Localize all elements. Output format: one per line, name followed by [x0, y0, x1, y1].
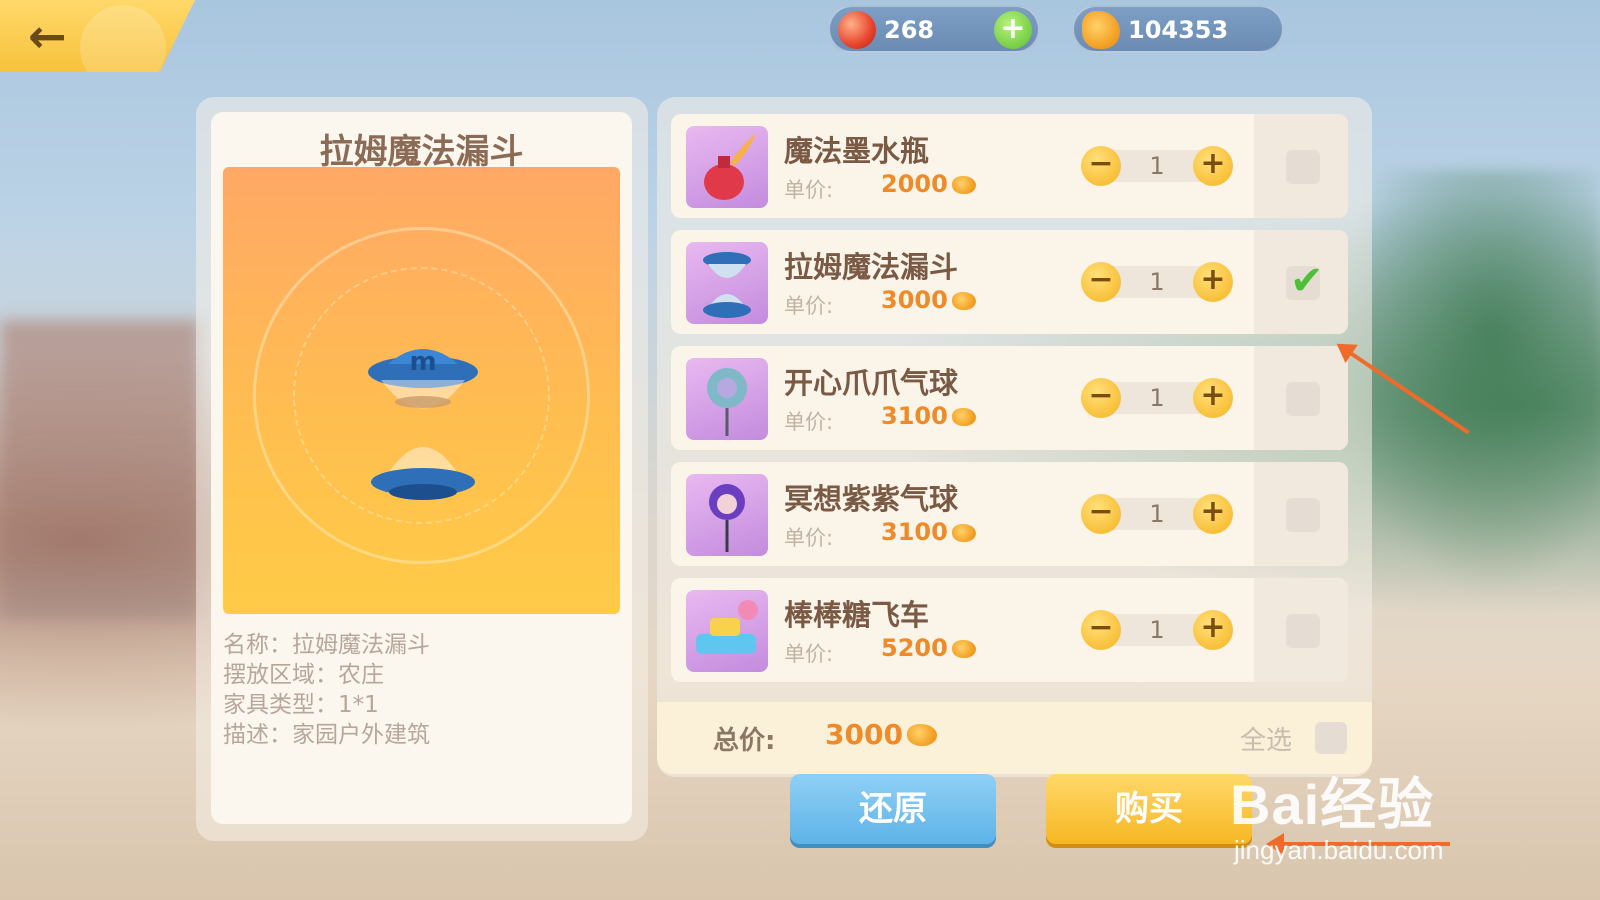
watermark-url: jingyan.baidu.com: [1234, 835, 1444, 865]
watermark: Bai经验 jingyan.baidu.com: [1230, 760, 1444, 866]
decrease-button[interactable]: −: [1081, 378, 1121, 418]
item-checkbox[interactable]: [1286, 498, 1320, 532]
purple-balloon-icon: [686, 474, 768, 556]
item-checkbox[interactable]: [1286, 382, 1320, 416]
increase-button[interactable]: +: [1193, 146, 1233, 186]
price-label: 单价:: [784, 642, 834, 666]
detail-info: 名称：拉姆魔法漏斗 摆放区域：农庄 家具类型：1*1 描述：家园户外建筑: [223, 630, 430, 750]
quantity-stepper: − 1 +: [1081, 378, 1233, 418]
item-name: 开心爪爪气球: [784, 366, 959, 400]
increase-button[interactable]: +: [1193, 610, 1233, 650]
coin-balance: 104353: [1072, 5, 1284, 53]
quantity-stepper: − 1 +: [1081, 146, 1233, 186]
detail-type: 家具类型：1*1: [223, 692, 379, 718]
quantity-value: 1: [1149, 500, 1165, 528]
list-item[interactable]: 魔法墨水瓶 单价: 2000 − 1 +: [671, 114, 1348, 218]
lollipop-car-icon: [686, 590, 768, 672]
list-item[interactable]: 拉姆魔法漏斗 单价: 3000 − 1 +: [671, 230, 1348, 334]
item-name: 魔法墨水瓶: [784, 134, 930, 168]
add-gems-button[interactable]: +: [994, 11, 1032, 49]
item-price: 3100: [881, 518, 976, 546]
watermark-logo: Bai经验: [1230, 773, 1435, 836]
detail-name: 名称：拉姆魔法漏斗: [223, 632, 430, 658]
price-label: 单价:: [784, 294, 834, 318]
detail-title: 拉姆魔法漏斗: [319, 132, 524, 172]
item-name: 棒棒糖飞车: [784, 598, 930, 632]
item-price: 3100: [881, 402, 976, 430]
price-label: 单价:: [784, 410, 834, 434]
decrease-button[interactable]: −: [1081, 146, 1121, 186]
price-label: 单价:: [784, 178, 834, 202]
restore-button[interactable]: 还原: [790, 774, 996, 844]
paw-balloon-icon: [686, 358, 768, 440]
mascot-face-icon: [80, 5, 166, 72]
item-price: 5200: [881, 634, 976, 662]
coin-icon: [951, 408, 976, 426]
quantity-value: 1: [1149, 384, 1165, 412]
increase-button[interactable]: +: [1193, 378, 1233, 418]
buy-button[interactable]: 购买: [1046, 774, 1252, 844]
magic-funnel-icon: [686, 242, 768, 324]
item-name: 冥想紫紫气球: [784, 482, 959, 516]
increase-button[interactable]: +: [1193, 262, 1233, 302]
coin-icon: [951, 176, 976, 194]
increase-button[interactable]: +: [1193, 494, 1233, 534]
list-item[interactable]: 冥想紫紫气球 单价: 3100 − 1 +: [671, 462, 1348, 566]
quantity-value: 1: [1149, 268, 1165, 296]
select-all-checkbox[interactable]: [1315, 722, 1347, 754]
quantity-value: 1: [1149, 152, 1165, 180]
decrease-button[interactable]: −: [1081, 610, 1121, 650]
detail-card: 拉姆魔法漏斗 m 名称：拉姆魔法漏斗 摆放区域：农庄 家具类型：1*1 描述：家…: [211, 112, 632, 824]
magic-funnel-icon: m: [368, 347, 478, 500]
detail-desc: 描述：家园户外建筑: [223, 722, 430, 748]
item-checkbox[interactable]: [1286, 614, 1320, 648]
gem-icon: [838, 11, 876, 49]
list-item[interactable]: 棒棒糖飞车 单价: 5200 − 1 +: [671, 578, 1348, 682]
svg-text:m: m: [409, 347, 436, 377]
coin-icon: [1082, 11, 1120, 49]
coin-amount: 104353: [1128, 16, 1229, 44]
background-house: [0, 320, 200, 620]
coin-icon: [951, 524, 976, 542]
select-all-label: 全选: [1240, 726, 1293, 756]
quantity-stepper: − 1 +: [1081, 610, 1233, 650]
coin-icon: [906, 724, 937, 746]
gem-balance: 268 +: [828, 5, 1040, 53]
item-price: 3000: [881, 286, 976, 314]
quantity-stepper: − 1 +: [1081, 262, 1233, 302]
gem-amount: 268: [884, 16, 935, 44]
quantity-value: 1: [1149, 616, 1165, 644]
back-arrow-icon: ←: [28, 9, 67, 63]
item-name: 拉姆魔法漏斗: [784, 250, 959, 284]
coin-icon: [951, 292, 976, 310]
list-item[interactable]: 开心爪爪气球 单价: 3100 − 1 +: [671, 346, 1348, 450]
decrease-button[interactable]: −: [1081, 494, 1121, 534]
quantity-stepper: − 1 +: [1081, 494, 1233, 534]
total-label: 总价:: [713, 726, 776, 756]
total-price: 3000: [825, 718, 937, 751]
item-checkbox[interactable]: [1286, 150, 1320, 184]
item-price: 2000: [881, 170, 976, 198]
item-checkbox[interactable]: [1286, 258, 1324, 304]
price-label: 单价:: [784, 526, 834, 550]
item-preview-image: m: [223, 167, 620, 614]
coin-icon: [951, 640, 976, 658]
decrease-button[interactable]: −: [1081, 262, 1121, 302]
ink-bottle-icon: [686, 126, 768, 208]
back-button[interactable]: ←: [0, 0, 195, 72]
detail-area: 摆放区域：农庄: [223, 662, 384, 688]
